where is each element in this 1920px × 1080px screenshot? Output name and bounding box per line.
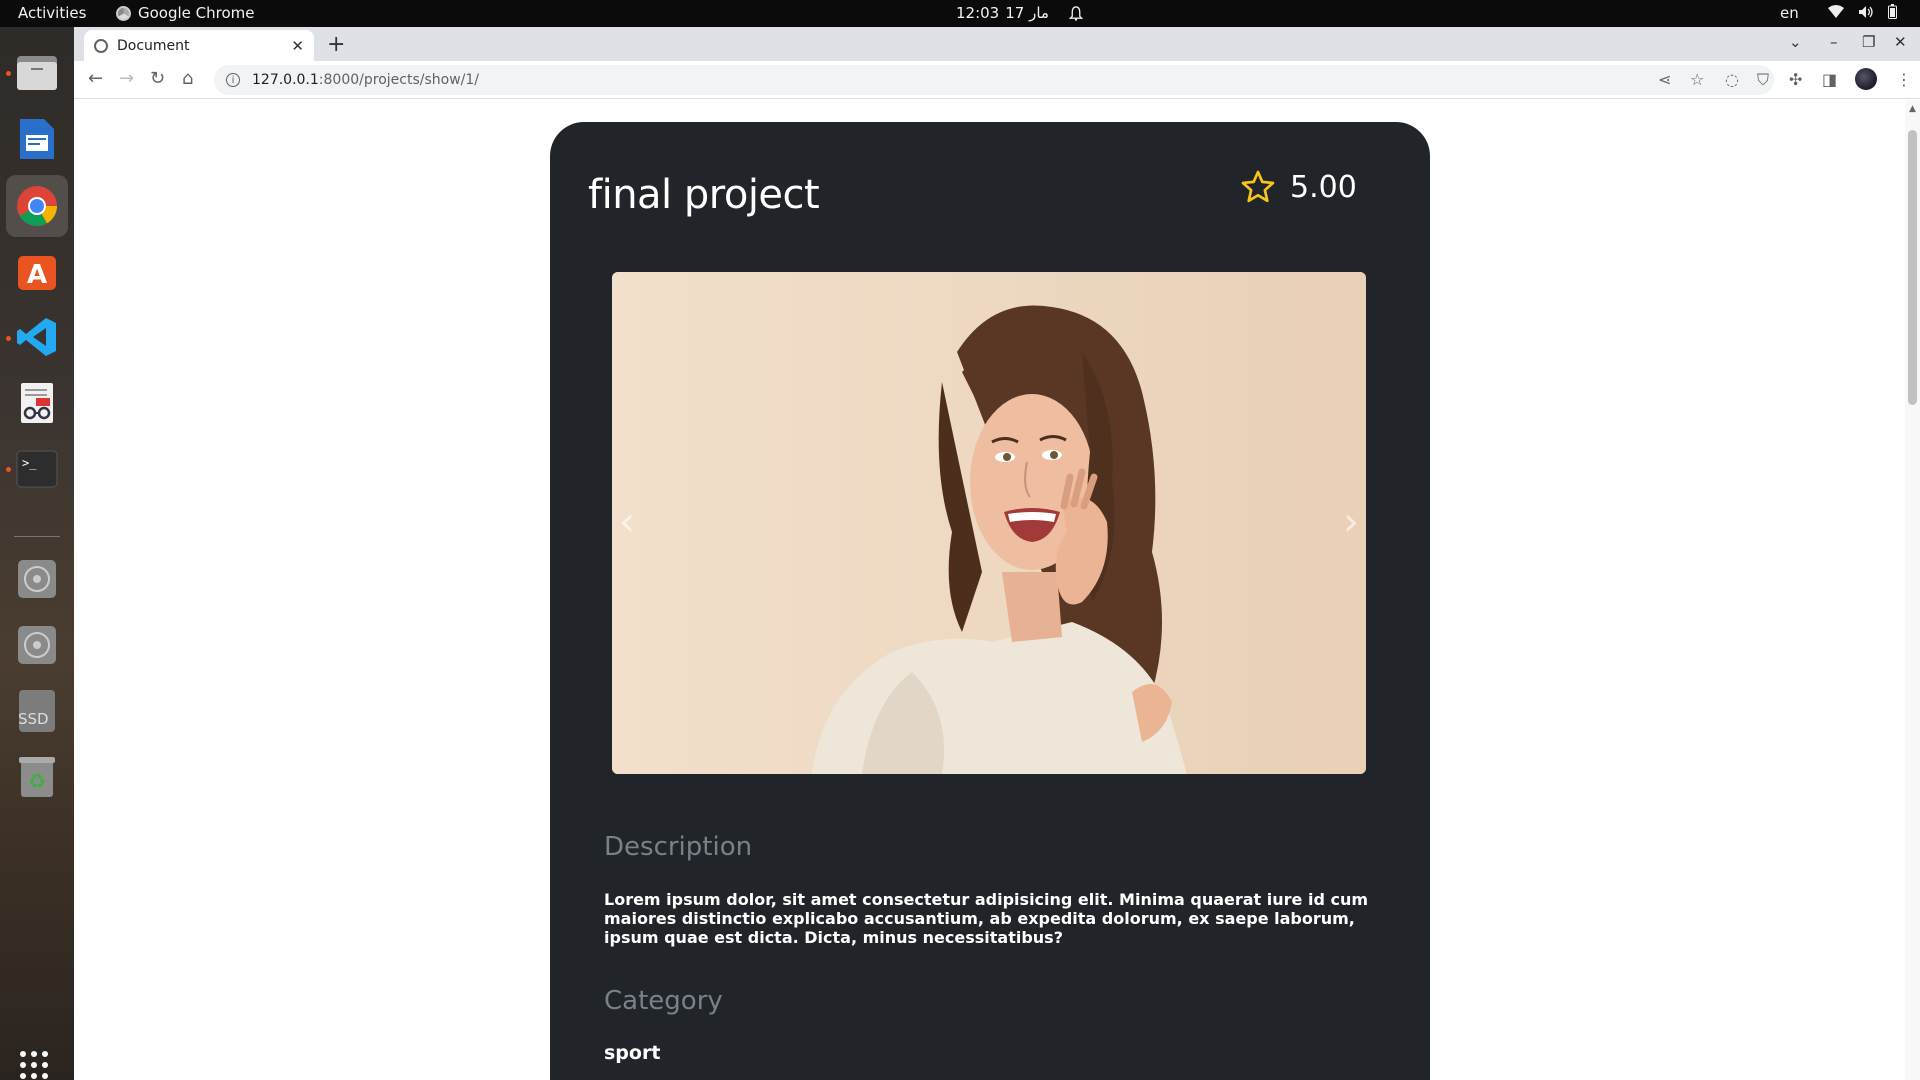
app-name: Google Chrome [138,4,255,22]
libreoffice-writer-icon[interactable] [14,116,60,162]
disc-1-icon[interactable] [14,556,60,602]
page-scrollbar[interactable]: ▲ [1905,100,1920,1080]
trash-icon[interactable]: ♻ [14,754,60,800]
reload-button[interactable]: ↻ [150,68,165,89]
terminal-icon[interactable]: >_ [14,446,60,492]
clock-time: 12:03 [956,4,1000,22]
description-heading: Description [604,832,753,862]
tab-search-icon[interactable]: ⌄ [1789,33,1802,51]
home-button[interactable]: ⌂ [182,68,193,89]
carousel-prev-button[interactable]: ‹ [612,497,642,547]
activities-button[interactable]: Activities [18,4,86,22]
tab-strip: Document ✕ + ⌄ – ❐ ✕ [74,27,1920,61]
project-category: sport [604,1042,661,1064]
ssd-label: SSD [18,710,49,728]
minimize-button[interactable]: – [1830,33,1838,51]
project-rating: 5.00 [1240,169,1357,205]
running-indicator [6,467,11,472]
battery-icon [1888,4,1897,19]
page-viewport: final project 5.00 ‹ › Description Lorem… [74,100,1920,1080]
globe-icon [94,38,108,53]
extension-1-icon[interactable]: ◌ [1725,70,1739,89]
close-window-button[interactable]: ✕ [1894,33,1907,51]
address-bar[interactable]: i 127.0.0.1:8000/projects/show/1/ [214,65,1774,95]
restore-button[interactable]: ❐ [1862,33,1875,51]
ubuntu-software-icon[interactable]: A [14,248,60,294]
svg-text:A: A [27,260,47,290]
running-indicator [6,71,11,76]
project-description: Lorem ipsum dolor, sit amet consectetur … [604,890,1369,947]
browser-window: Document ✕ + ⌄ – ❐ ✕ ← → ↻ ⌂ i 127.0.0.1… [74,27,1920,1080]
svg-text:>_: >_ [22,456,37,470]
url-host: 127.0.0.1 [252,72,319,88]
carousel-next-button[interactable]: › [1336,497,1366,547]
project-photo [612,272,1366,774]
scrollbar-thumb[interactable] [1908,130,1917,405]
extensions-puzzle-icon[interactable]: ✣ [1789,70,1802,89]
close-tab-icon[interactable]: ✕ [291,37,304,55]
side-panel-icon[interactable]: ◨ [1822,70,1837,89]
star-icon [1241,170,1275,203]
volume-icon [1859,5,1873,18]
document-viewer-icon[interactable] [14,380,60,426]
site-info-icon[interactable]: i [226,73,240,87]
browser-toolbar: ← → ↻ ⌂ i 127.0.0.1:8000/projects/show/1… [74,61,1920,99]
clock[interactable]: 12:03 مار 17 [956,4,1083,22]
shield-icon[interactable]: ⛉ [1757,70,1769,90]
browser-tab[interactable]: Document ✕ [84,30,314,61]
tab-title: Document [117,37,190,54]
language-indicator[interactable]: en [1780,4,1799,22]
google-chrome-icon[interactable] [6,175,68,237]
running-indicator [6,336,11,341]
share-icon[interactable]: ⋖ [1658,70,1671,89]
bookmark-star-icon[interactable]: ☆ [1690,70,1704,89]
show-applications-button[interactable] [20,1051,48,1079]
app-menu[interactable]: Google Chrome [116,4,255,22]
bell-icon [1068,5,1083,21]
chrome-menu-icon[interactable]: ⋮ [1896,70,1912,89]
system-status-area[interactable] [1828,4,1897,19]
dock: A >_ SSD ♻ [0,27,74,1080]
url-path: :8000/projects/show/1/ [318,72,479,88]
wifi-icon [1828,4,1844,18]
profile-avatar[interactable] [1855,68,1877,90]
files-icon[interactable] [14,49,60,95]
project-card: final project 5.00 ‹ › Description Lorem… [550,122,1430,1080]
system-top-bar: Activities Google Chrome 12:03 مار 17 en [0,0,1920,27]
scroll-up-arrow[interactable]: ▲ [1909,104,1916,114]
ssd-drive-icon[interactable]: SSD [14,688,60,734]
project-title: final project [588,172,820,218]
rating-value: 5.00 [1290,169,1357,205]
back-button[interactable]: ← [88,68,103,89]
new-tab-button[interactable]: + [327,32,345,57]
project-image-carousel[interactable]: ‹ › [612,272,1366,774]
chrome-icon [116,5,131,21]
forward-button[interactable]: → [119,68,134,89]
vscode-icon[interactable] [14,314,60,360]
disc-2-icon[interactable] [14,622,60,668]
dock-separator [14,536,60,537]
category-heading: Category [604,986,723,1016]
clock-date: مار 17 [1005,4,1049,22]
svg-text:♻: ♻ [28,769,46,793]
